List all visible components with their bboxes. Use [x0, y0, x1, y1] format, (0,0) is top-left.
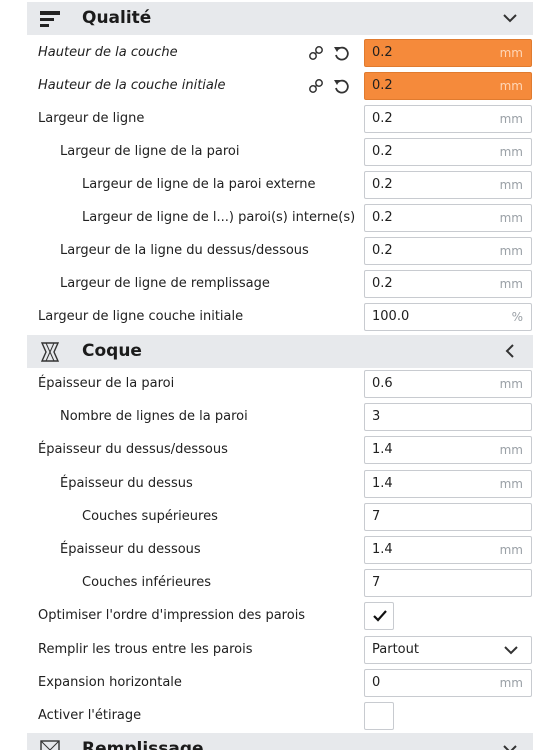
setting-row-outer-wall-line-width: Largeur de ligne de la paroi externe 0.2… [27, 168, 533, 201]
setting-row-initial-layer-line-width: Largeur de ligne couche initiale 100.0 % [27, 300, 533, 333]
setting-label: Expansion horizontale [38, 675, 182, 690]
setting-row-inner-wall-line-width: Largeur de ligne de l...) paroi(s) inter… [27, 201, 533, 234]
settings-panel: Qualité Hauteur de la couche 0.2 mm Haut… [0, 0, 540, 750]
setting-row-top-bottom-thickness: Épaisseur du dessus/dessous 1.4 mm [27, 433, 533, 466]
setting-label: Couches supérieures [82, 509, 218, 524]
setting-label: Largeur de ligne de la paroi [60, 144, 240, 159]
chevron-down-icon[interactable] [501, 9, 519, 27]
value-field[interactable]: 7 [364, 569, 532, 597]
checkbox-enable-ironing[interactable] [364, 702, 394, 730]
link-icon[interactable] [308, 78, 324, 94]
setting-label: Activer l'étirage [38, 708, 142, 723]
setting-label: Largeur de ligne de remplissage [60, 276, 270, 291]
setting-label: Hauteur de la couche initiale [38, 78, 226, 93]
chevron-down-icon [504, 646, 518, 655]
value-field[interactable]: 3 [364, 403, 532, 431]
setting-label: Largeur de la ligne du dessus/dessous [60, 243, 309, 258]
value-field[interactable]: 1.4 mm [364, 436, 532, 464]
chevron-left-icon[interactable] [501, 342, 519, 360]
fill-gaps-select[interactable]: Partout [364, 636, 532, 664]
setting-label: Largeur de ligne couche initiale [38, 309, 244, 324]
reset-icon[interactable] [333, 45, 349, 61]
setting-row-line-width: Largeur de ligne 0.2 mm [27, 102, 533, 135]
value-field[interactable]: 7 [364, 503, 532, 531]
value-field[interactable]: 1.4 mm [364, 470, 532, 498]
value-field[interactable]: 0.2 mm [364, 72, 532, 100]
setting-row-infill-line-width: Largeur de ligne de remplissage 0.2 mm [27, 267, 533, 300]
setting-label: Nombre de lignes de la paroi [60, 409, 248, 424]
value-field[interactable]: 0.2 mm [364, 204, 532, 232]
value-field[interactable]: 0.2 mm [364, 237, 532, 265]
value-field[interactable]: 0.6 mm [364, 370, 532, 398]
value-field[interactable]: 100.0 % [364, 303, 532, 331]
setting-row-top-thickness: Épaisseur du dessus 1.4 mm [27, 467, 533, 500]
setting-label: Optimiser l'ordre d'impression des paroi… [38, 608, 306, 623]
checkbox-optimize-wall-order[interactable] [364, 602, 394, 630]
setting-row-bottom-layers: Couches inférieures 7 [27, 566, 533, 599]
infill-icon [40, 740, 60, 750]
setting-row-top-bottom-line-width: Largeur de la ligne du dessus/dessous 0.… [27, 234, 533, 267]
section-header-shell[interactable]: Coque [27, 335, 533, 368]
setting-row-fill-gaps: Remplir les trous entre les parois Parto… [27, 633, 533, 666]
reset-icon[interactable] [333, 78, 349, 94]
setting-row-bottom-thickness: Épaisseur du dessous 1.4 mm [27, 533, 533, 566]
setting-label: Épaisseur du dessus/dessous [38, 442, 228, 457]
value-field[interactable]: 0.2 mm [364, 171, 532, 199]
setting-label: Couches inférieures [82, 575, 212, 590]
section-title-infill: Remplissage [82, 739, 204, 750]
setting-row-horizontal-expansion: Expansion horizontale 0 mm [27, 666, 533, 699]
value-field[interactable]: 0.2 mm [364, 39, 532, 67]
checkmark-icon [373, 610, 387, 622]
shell-icon [40, 342, 60, 362]
value-field[interactable]: 0.2 mm [364, 270, 532, 298]
section-title-quality: Qualité [82, 8, 152, 28]
setting-label: Largeur de ligne de la paroi externe [82, 177, 316, 192]
setting-label: Épaisseur du dessous [60, 542, 201, 557]
value-field[interactable]: 1.4 mm [364, 536, 532, 564]
quality-lines-icon [40, 11, 60, 27]
setting-label: Largeur de ligne [38, 111, 145, 126]
chevron-down-icon[interactable] [501, 740, 519, 750]
setting-row-enable-ironing: Activer l'étirage [27, 699, 533, 732]
link-icon[interactable] [308, 45, 324, 61]
setting-label: Hauteur de la couche [38, 45, 178, 60]
value-field[interactable]: 0.2 mm [364, 138, 532, 166]
setting-row-wall-line-width: Largeur de ligne de la paroi 0.2 mm [27, 135, 533, 168]
setting-row-optimize-wall-order: Optimiser l'ordre d'impression des paroi… [27, 599, 533, 632]
section-title-shell: Coque [82, 341, 142, 361]
section-header-infill[interactable]: Remplissage [27, 733, 533, 750]
setting-row-top-layers: Couches supérieures 7 [27, 500, 533, 533]
setting-label: Épaisseur du dessus [60, 476, 193, 491]
value-field[interactable]: 0.2 mm [364, 105, 532, 133]
setting-row-initial-layer-height: Hauteur de la couche initiale 0.2 mm [27, 69, 533, 102]
setting-row-wall-thickness: Épaisseur de la paroi 0.6 mm [27, 367, 533, 400]
setting-label: Épaisseur de la paroi [38, 376, 175, 391]
setting-row-wall-line-count: Nombre de lignes de la paroi 3 [27, 400, 533, 433]
section-header-quality[interactable]: Qualité [27, 2, 533, 35]
setting-row-layer-height: Hauteur de la couche 0.2 mm [27, 36, 533, 69]
setting-label: Remplir les trous entre les parois [38, 642, 253, 657]
setting-label: Largeur de ligne de l...) paroi(s) inter… [82, 210, 356, 225]
value-field[interactable]: 0 mm [364, 669, 532, 697]
